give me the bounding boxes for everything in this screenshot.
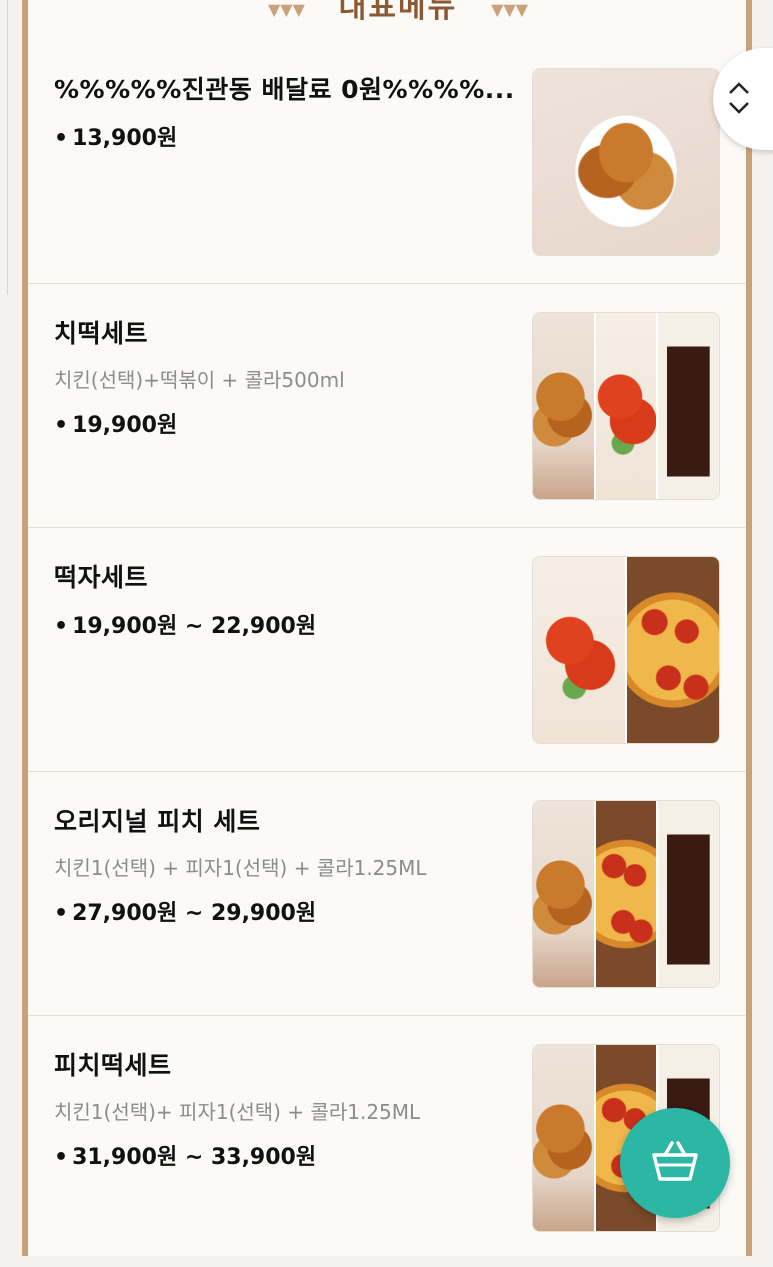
menu-item-description: 치킨1(선택) + 피자1(선택) + 콜라1.25ML [54, 856, 427, 880]
menu-item-price: • 19,900원 [54, 407, 524, 439]
menu-item-price: • 19,900원 ~ 22,900원 [54, 608, 524, 640]
menu-item-description: 치킨1(선택)+ 피자1(선택) + 콜라1.25ML [54, 1100, 421, 1124]
bottom-edge [0, 1256, 773, 1267]
menu-item-price-value: 19,900원 [72, 413, 178, 438]
menu-item-price-value: 13,900원 [72, 126, 178, 151]
tteokbokki-pizza-photo[interactable] [532, 556, 720, 744]
menu-list: %%%%%진관동 배달료 0원%%%%... • 13,900원 치떡세트 치킨(… [28, 40, 746, 1260]
menu-item-name: 치떡세트 [54, 319, 149, 348]
pizza-image [625, 557, 719, 743]
chicken-image [533, 1045, 594, 1231]
chevron-down-icon[interactable] [728, 99, 750, 119]
cola-image [656, 313, 719, 499]
triangle-deco-icon: ▼▼▼ [268, 0, 305, 19]
chicken-tteokbokki-cola-photo[interactable] [532, 312, 720, 500]
menu-item-price-value: 31,900원 ~ 33,900원 [72, 1145, 317, 1170]
menu-item-text: 치떡세트 치킨(선택)+떡볶이 + 콜라500ml • 19,900원 [54, 314, 524, 439]
pizza-image [593, 801, 657, 987]
chicken-image [533, 313, 594, 499]
price-bullet: • [54, 1145, 69, 1170]
fried-chicken-image [533, 69, 719, 255]
triangle-deco-icon: ▼▼▼ [491, 0, 528, 19]
section-title: 대표메뉴 [338, 0, 458, 25]
menu-item-price-value: 19,900원 ~ 22,900원 [72, 614, 317, 639]
menu-item-text: 떡자세트 • 19,900원 ~ 22,900원 [54, 558, 524, 640]
chevron-up-icon[interactable] [728, 79, 750, 99]
menu-item[interactable]: 치떡세트 치킨(선택)+떡볶이 + 콜라500ml • 19,900원 [28, 284, 746, 528]
menu-item-text: %%%%%진관동 배달료 0원%%%%... • 13,900원 [54, 70, 524, 152]
menu-item-name: 떡자세트 [54, 563, 149, 592]
tteokbokki-image [593, 313, 657, 499]
tteokbokki-image [533, 557, 625, 743]
chicken-photo[interactable] [532, 68, 720, 256]
menu-item-name: 피치떡세트 [54, 1051, 172, 1080]
menu-item-description: 치킨(선택)+떡볶이 + 콜라500ml [54, 368, 345, 392]
left-panel-edge [0, 0, 8, 295]
price-bullet: • [54, 614, 69, 639]
menu-item[interactable]: 오리지널 피치 세트 치킨1(선택) + 피자1(선택) + 콜라1.25ML … [28, 772, 746, 1016]
price-bullet: • [54, 413, 69, 438]
section-header: ▼▼▼ 대표메뉴 ▼▼▼ [228, 0, 568, 25]
menu-item-name: 오리지널 피치 세트 [54, 807, 261, 836]
price-bullet: • [54, 901, 69, 926]
menu-item-price: • 27,900원 ~ 29,900원 [54, 895, 524, 927]
menu-item-text: 피치떡세트 치킨1(선택)+ 피자1(선택) + 콜라1.25ML • 31,90… [54, 1046, 524, 1171]
cart-button[interactable] [620, 1108, 730, 1218]
menu-item-text: 오리지널 피치 세트 치킨1(선택) + 피자1(선택) + 콜라1.25ML … [54, 802, 524, 927]
menu-item[interactable]: 떡자세트 • 19,900원 ~ 22,900원 [28, 528, 746, 772]
menu-item-price: • 13,900원 [54, 120, 524, 152]
menu-item[interactable]: %%%%%진관동 배달료 0원%%%%... • 13,900원 [28, 40, 746, 284]
chicken-image [533, 801, 594, 987]
menu-item-name: %%%%%진관동 배달료 0원%%%%... [54, 75, 515, 104]
price-bullet: • [54, 126, 69, 151]
chicken-pizza-cola-photo[interactable] [532, 800, 720, 988]
menu-item-price: • 31,900원 ~ 33,900원 [54, 1139, 524, 1171]
menu-item-price-value: 27,900원 ~ 29,900원 [72, 901, 317, 926]
cola-image [656, 801, 719, 987]
basket-icon [650, 1139, 700, 1187]
